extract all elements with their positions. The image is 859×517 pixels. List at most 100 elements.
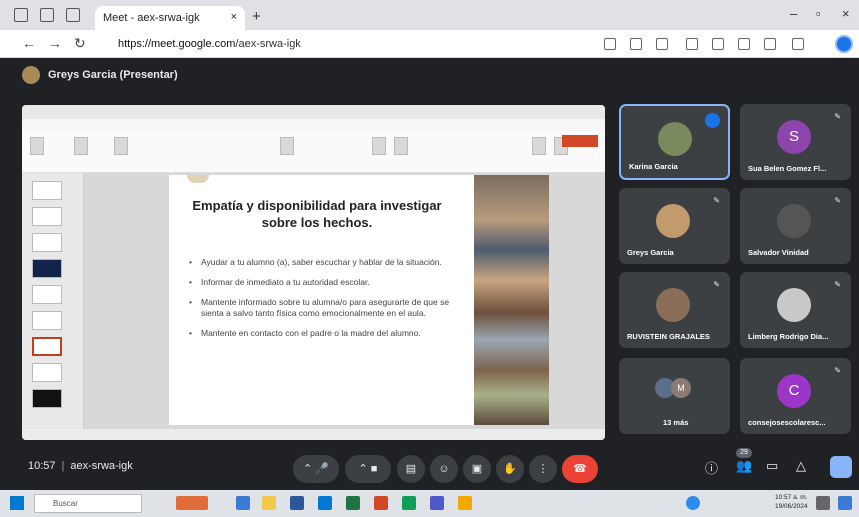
close-window-icon[interactable]: × bbox=[842, 6, 850, 21]
powerpoint-menu bbox=[22, 119, 605, 131]
url-host: https://meet.google.com bbox=[118, 38, 236, 50]
slide-thumb bbox=[32, 311, 62, 330]
copilot-taskbar-icon[interactable] bbox=[838, 496, 852, 510]
clock-time: 10:57 a. m. bbox=[775, 494, 808, 501]
browser-tab-meet[interactable]: Meet - aex-srwa-igk × bbox=[95, 6, 245, 30]
favorite-icon[interactable] bbox=[656, 38, 668, 50]
more-participants-tile[interactable]: M 13 más bbox=[619, 358, 730, 434]
key-icon[interactable] bbox=[604, 38, 616, 50]
shapes-icon bbox=[372, 137, 386, 155]
arrange-icon bbox=[394, 137, 408, 155]
new-tab-button[interactable]: + bbox=[252, 8, 261, 25]
extensions-icon[interactable] bbox=[764, 38, 776, 50]
participant-tile[interactable]: ✎ RUVISTEIN GRAJALES bbox=[619, 272, 730, 348]
presenter-bar: Greys Garcia (Presentar) bbox=[22, 66, 178, 90]
task-view-icon[interactable] bbox=[236, 496, 250, 510]
teams-icon[interactable] bbox=[430, 496, 444, 510]
slide-decoration bbox=[187, 175, 209, 183]
profile-icon[interactable] bbox=[14, 8, 28, 22]
participant-avatar: C bbox=[777, 374, 811, 408]
present-button[interactable]: ▣ bbox=[463, 455, 491, 483]
more-options-button[interactable]: ⋮ bbox=[529, 455, 557, 483]
notifications-icon[interactable] bbox=[816, 496, 830, 510]
slide-thumb bbox=[32, 233, 62, 252]
emoji-button[interactable]: ☺ bbox=[430, 455, 458, 483]
participant-tile[interactable]: ✎ Salvador Vinidad bbox=[740, 188, 851, 264]
participant-avatar: M bbox=[671, 378, 691, 398]
system-clock[interactable]: 10:57 a. m. 19/06/2024 bbox=[775, 493, 808, 511]
participant-tile[interactable]: C ✎ consejosescolaresc... bbox=[740, 358, 851, 434]
activities-icon[interactable]: △ bbox=[796, 458, 806, 474]
info-icon[interactable]: ⓘ bbox=[705, 458, 718, 477]
taskbar-search[interactable]: Buscar bbox=[34, 494, 142, 513]
url-field[interactable]: https://meet.google.com/aex-srwa-igk bbox=[104, 35, 564, 54]
participant-avatar: S bbox=[777, 120, 811, 154]
powerpoint-icon[interactable] bbox=[374, 496, 388, 510]
mic-button[interactable]: ⌃ 🎤 bbox=[293, 455, 339, 483]
leave-call-button[interactable]: ☎ bbox=[562, 455, 598, 483]
read-aloud-icon[interactable] bbox=[630, 38, 642, 50]
edge-icon[interactable] bbox=[402, 496, 416, 510]
participant-avatar bbox=[658, 122, 692, 156]
favorites-icon[interactable] bbox=[712, 38, 724, 50]
captions-button[interactable]: ▤ bbox=[397, 455, 425, 483]
participant-tile[interactable]: S ✎ Sua Belen Gomez Fl... bbox=[740, 104, 851, 180]
participant-tile[interactable]: Karina Garcia bbox=[619, 104, 730, 180]
powerpoint-ribbon bbox=[22, 131, 605, 173]
workspaces-icon[interactable] bbox=[40, 8, 54, 22]
meeting-time: 10:57 bbox=[28, 460, 56, 472]
file-explorer-icon[interactable] bbox=[262, 496, 276, 510]
photo-collage bbox=[474, 175, 549, 425]
slide-thumb bbox=[32, 389, 62, 408]
meeting-code: aex-srwa-igk bbox=[70, 460, 133, 472]
host-controls-icon[interactable] bbox=[830, 456, 852, 478]
tab-title: Meet - aex-srwa-igk bbox=[103, 12, 200, 24]
browser-tab-strip: Meet - aex-srwa-igk × + – ▫ × bbox=[0, 0, 859, 30]
speaking-indicator-icon bbox=[705, 113, 720, 128]
slide-bullet: Mantente informado sobre tu alumna/o par… bbox=[189, 297, 451, 319]
share-button-ppt bbox=[562, 135, 598, 147]
shared-screen: Empatía y disponibilidad para investigar… bbox=[22, 105, 605, 440]
slide-thumb bbox=[32, 259, 62, 278]
forward-icon[interactable]: → bbox=[48, 35, 62, 51]
tab-actions-icon[interactable] bbox=[66, 8, 80, 22]
slide-bullet: Ayudar a tu alumno (a), saber escuchar y… bbox=[189, 257, 451, 268]
participant-tile[interactable]: ✎ Greys Garcia bbox=[619, 188, 730, 264]
mic-off-icon: ✎ bbox=[834, 280, 841, 289]
mic-off-icon: ✎ bbox=[834, 366, 841, 375]
minimize-icon[interactable]: – bbox=[790, 6, 797, 21]
windows-start-icon[interactable] bbox=[10, 496, 24, 510]
participant-tile[interactable]: ✎ Limberg Rodrigo Dia... bbox=[740, 272, 851, 348]
camera-button[interactable]: ⌃ ■ bbox=[345, 455, 391, 483]
folder-icon[interactable] bbox=[458, 496, 472, 510]
participant-name: Salvador Vinidad bbox=[748, 248, 809, 257]
raise-hand-button[interactable]: ✋ bbox=[496, 455, 524, 483]
slide-thumb-selected bbox=[32, 337, 62, 356]
slide-canvas: Empatía y disponibilidad para investigar… bbox=[84, 173, 605, 429]
excel-icon[interactable] bbox=[346, 496, 360, 510]
slide-thumbnails bbox=[22, 173, 84, 429]
close-tab-icon[interactable]: × bbox=[231, 11, 237, 23]
back-icon[interactable]: ← bbox=[22, 35, 36, 51]
meet-controls: 10:57 | aex-srwa-igk ⌃ 🎤 ⌃ ■ ▤ ☺ ▣ ✋ ⋮ ☎ ⓘ… bbox=[0, 450, 859, 490]
weather-icon[interactable] bbox=[686, 496, 700, 510]
slide-thumb bbox=[32, 207, 62, 226]
word-icon[interactable] bbox=[290, 496, 304, 510]
split-screen-icon[interactable] bbox=[686, 38, 698, 50]
copilot-icon[interactable] bbox=[835, 35, 853, 53]
dictate-icon bbox=[532, 137, 546, 155]
maximize-icon[interactable]: ▫ bbox=[816, 6, 821, 21]
widgets-icon[interactable] bbox=[176, 496, 208, 510]
more-menu-icon[interactable] bbox=[792, 38, 804, 50]
chat-icon[interactable]: ▭ bbox=[766, 458, 778, 474]
slide-bullet: Informar de inmediato a tu autoridad esc… bbox=[189, 277, 451, 288]
mic-off-icon: ✎ bbox=[713, 280, 720, 289]
participant-avatar bbox=[777, 204, 811, 238]
participant-avatar bbox=[656, 204, 690, 238]
store-icon[interactable] bbox=[318, 496, 332, 510]
reload-icon[interactable]: ↻ bbox=[74, 35, 86, 52]
collections-icon[interactable] bbox=[738, 38, 750, 50]
people-icon[interactable]: 👥 bbox=[736, 458, 752, 474]
participant-name: 13 más bbox=[663, 418, 689, 427]
participant-name: Limberg Rodrigo Dia... bbox=[748, 332, 829, 341]
